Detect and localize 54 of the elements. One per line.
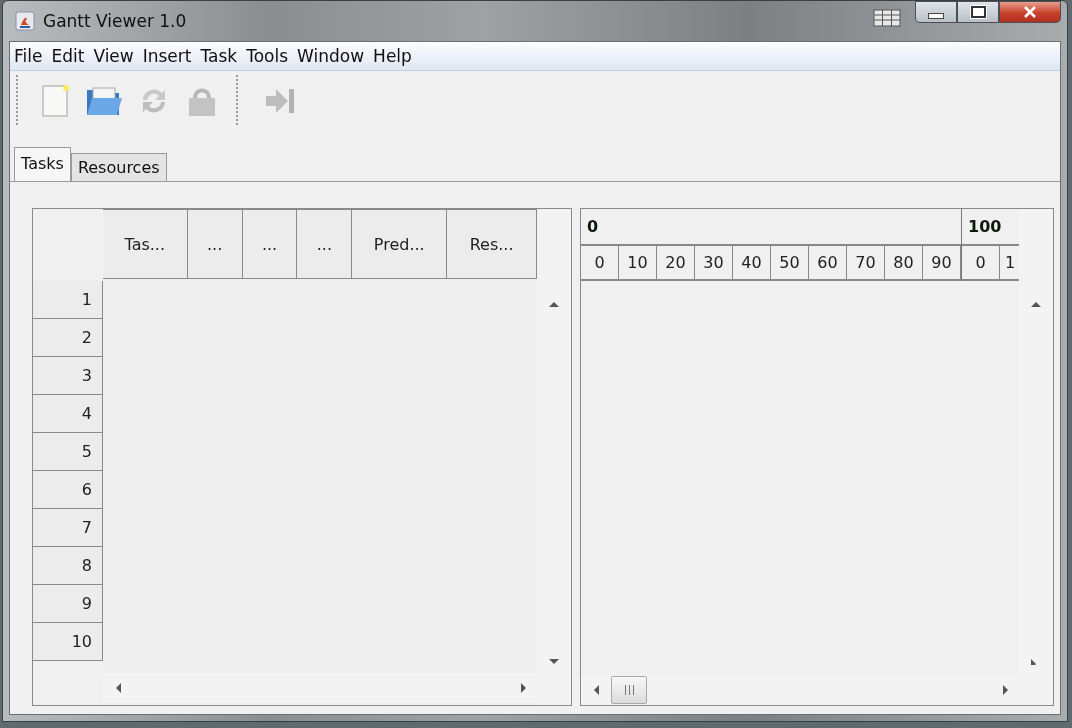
menu-item[interactable]: Tools [246,46,289,66]
right-arrow-icon[interactable] [1001,685,1009,695]
menu-item[interactable]: Help [373,46,412,66]
maximize-button[interactable] [957,1,999,23]
row-number: 7 [33,509,103,547]
scale-tick: 50 [771,245,809,279]
folder-icon [85,84,123,118]
row-number: 9 [33,585,103,623]
scale-tick: 80 [885,245,923,279]
scale-tick: 90 [923,245,961,279]
scale-tick: 20 [657,245,695,279]
tab[interactable]: Resources [70,153,167,181]
column-header[interactable]: ... [187,209,243,279]
row-number: 5 [33,433,103,471]
row-number: 4 [33,395,103,433]
menu-item[interactable]: Edit [51,46,85,66]
row-number: 6 [33,471,103,509]
scale-tick: 60 [809,245,847,279]
up-arrow-icon[interactable] [1031,301,1041,309]
scale-tick: 10 [619,245,657,279]
scale-tick: 0 [962,245,1000,279]
minimize-button[interactable] [915,1,957,23]
close-button[interactable] [999,1,1061,23]
menu-item[interactable]: View [93,46,134,66]
scroll-thumb[interactable] [611,676,647,704]
left-arrow-icon[interactable] [593,685,601,695]
left-arrow-icon[interactable] [115,683,123,693]
tab[interactable]: Tasks [14,147,71,181]
menu-item[interactable]: Insert [142,46,192,66]
close-icon [1023,6,1037,18]
grid-icon[interactable] [873,9,901,27]
scale-tick: 70 [847,245,885,279]
column-header[interactable]: Tas... [102,209,188,279]
menu-item[interactable]: Task [200,46,238,66]
scale-tick: 30 [695,245,733,279]
period-header: 0 [581,209,961,246]
app-icon [15,11,35,31]
blank-page-icon [41,84,71,118]
row-number: 3 [33,357,103,395]
row-number: 1 [33,281,103,319]
menu-item[interactable]: Window [297,46,365,66]
scale-tick: 0 [581,245,619,279]
scale-tick: 40 [733,245,771,279]
row-number: 10 [33,623,103,661]
column-header[interactable]: ... [242,209,298,279]
row-number: 8 [33,547,103,585]
up-arrow-icon[interactable] [549,301,559,309]
column-header[interactable]: Res... [447,209,537,279]
column-header[interactable]: ... [297,209,353,279]
window-title: Gantt Viewer 1.0 [43,11,187,31]
row-number: 2 [33,319,103,357]
menu-item[interactable]: File [14,46,43,66]
right-arrow-icon[interactable] [519,683,527,693]
column-header[interactable]: Pred... [352,209,448,279]
